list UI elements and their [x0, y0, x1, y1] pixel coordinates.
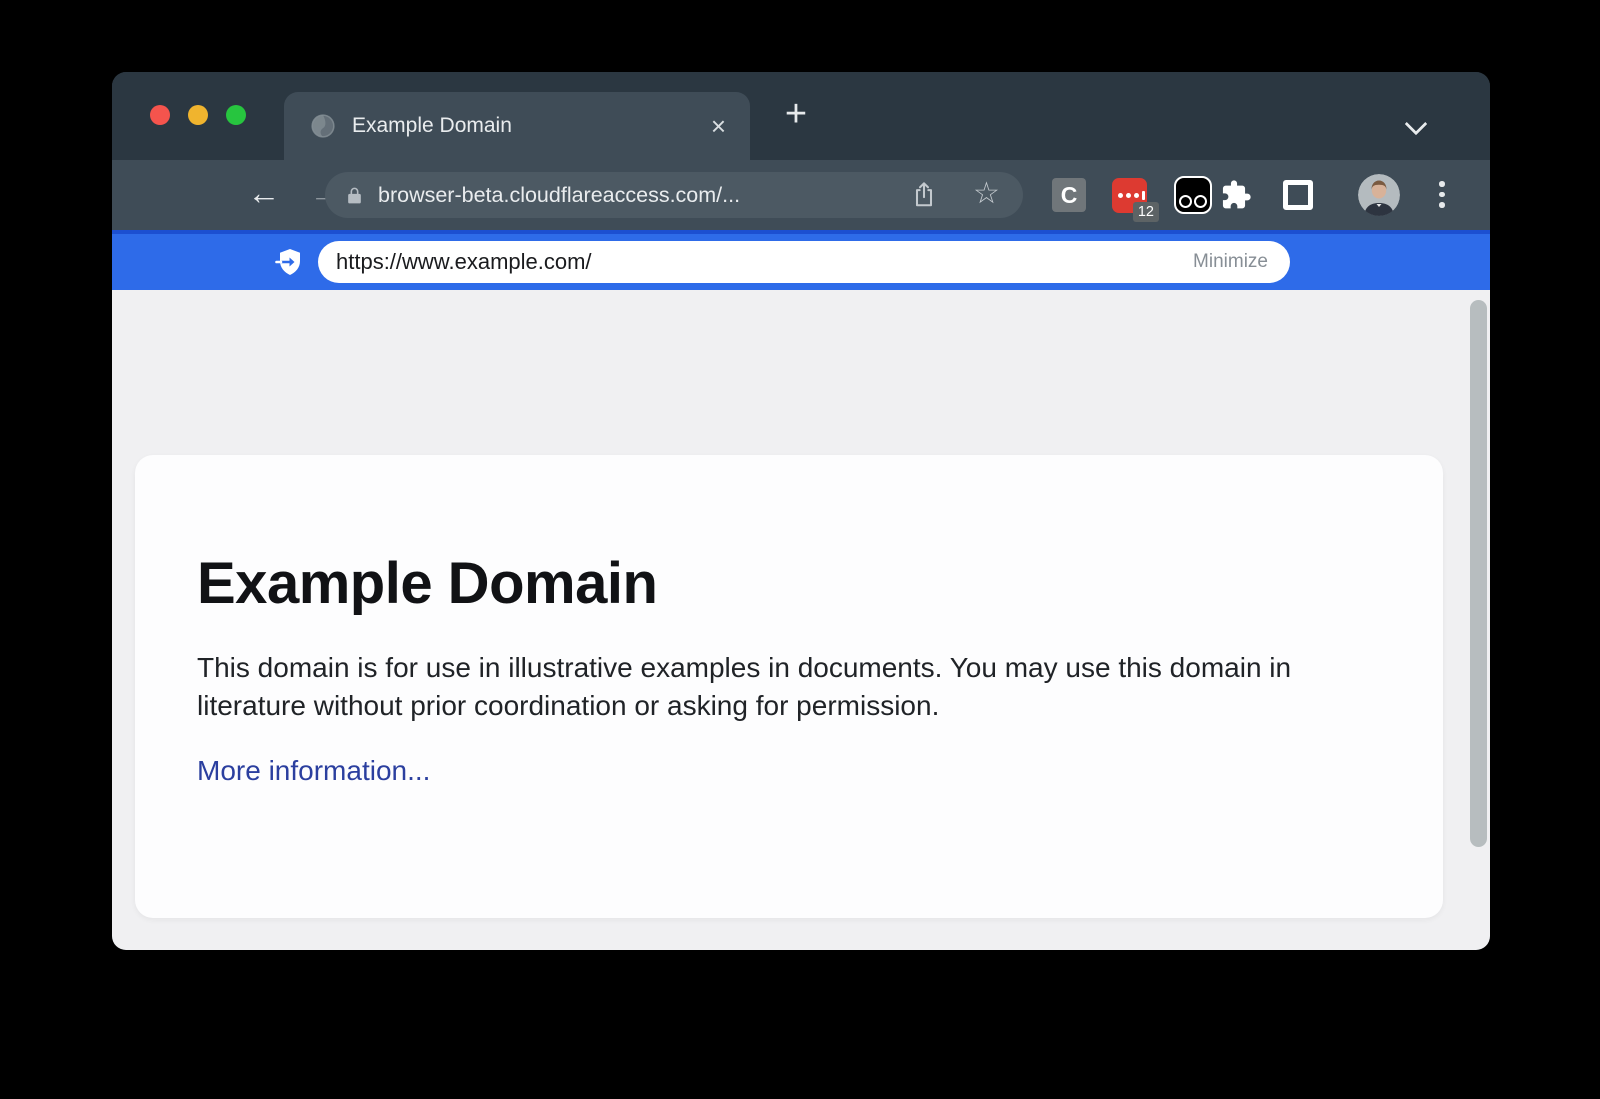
- red-extension-dots: [1118, 191, 1145, 200]
- more-information-link[interactable]: More information...: [197, 755, 430, 787]
- content-card: Example Domain This domain is for use in…: [135, 455, 1443, 918]
- page-heading: Example Domain: [197, 550, 1383, 617]
- goggles-right-lens: [1194, 195, 1207, 208]
- browser-window: Example Domain × + ← → browser-beta.clou…: [112, 72, 1490, 950]
- extension-red-dots-icon[interactable]: 12: [1112, 178, 1147, 213]
- zoom-window-button[interactable]: [226, 105, 246, 125]
- page-paragraph: This domain is for use in illustrative e…: [197, 649, 1355, 725]
- share-icon[interactable]: [911, 181, 937, 209]
- tab-close-icon[interactable]: ×: [711, 113, 726, 139]
- remote-url-field[interactable]: https://www.example.com/ Minimize: [318, 241, 1290, 283]
- minimize-banner-button[interactable]: Minimize: [1193, 251, 1268, 273]
- close-window-button[interactable]: [150, 105, 170, 125]
- scrollbar-thumb[interactable]: [1470, 300, 1487, 847]
- profile-avatar[interactable]: [1358, 174, 1400, 216]
- bookmark-star-icon[interactable]: ☆: [973, 181, 1001, 209]
- chevron-down-icon[interactable]: [1405, 113, 1428, 136]
- browser-tab[interactable]: Example Domain ×: [284, 92, 750, 160]
- avatar-photo: [1358, 174, 1400, 216]
- globe-favicon-icon: [310, 113, 336, 139]
- lock-icon: [345, 186, 364, 205]
- remote-url-value: https://www.example.com/: [336, 249, 592, 275]
- extension-count-badge: 12: [1133, 202, 1159, 222]
- shield-arrow-icon: [274, 246, 306, 278]
- extensions-puzzle-icon[interactable]: [1220, 179, 1252, 211]
- browser-toolbar: ← → browser-beta.cloudflareaccess.com/..…: [112, 160, 1490, 230]
- window-controls: [150, 105, 246, 125]
- side-panel-icon[interactable]: [1283, 180, 1313, 210]
- tab-title: Example Domain: [352, 114, 512, 138]
- tab-strip: Example Domain × +: [112, 72, 1490, 160]
- extension-c-icon[interactable]: C: [1052, 178, 1086, 212]
- back-button[interactable]: ←: [242, 160, 286, 230]
- extension-goggles-icon[interactable]: [1174, 176, 1212, 214]
- new-tab-button[interactable]: +: [776, 90, 816, 138]
- goggles-left-lens: [1179, 195, 1192, 208]
- browser-menu-icon[interactable]: [1439, 181, 1445, 208]
- desktop-background: Example Domain × + ← → browser-beta.clou…: [0, 0, 1600, 1099]
- page-viewport: Example Domain This domain is for use in…: [112, 290, 1490, 950]
- address-url: browser-beta.cloudflareaccess.com/...: [378, 183, 740, 208]
- minimize-window-button[interactable]: [188, 105, 208, 125]
- address-bar[interactable]: browser-beta.cloudflareaccess.com/... ☆: [325, 172, 1023, 218]
- access-banner: https://www.example.com/ Minimize: [112, 230, 1490, 290]
